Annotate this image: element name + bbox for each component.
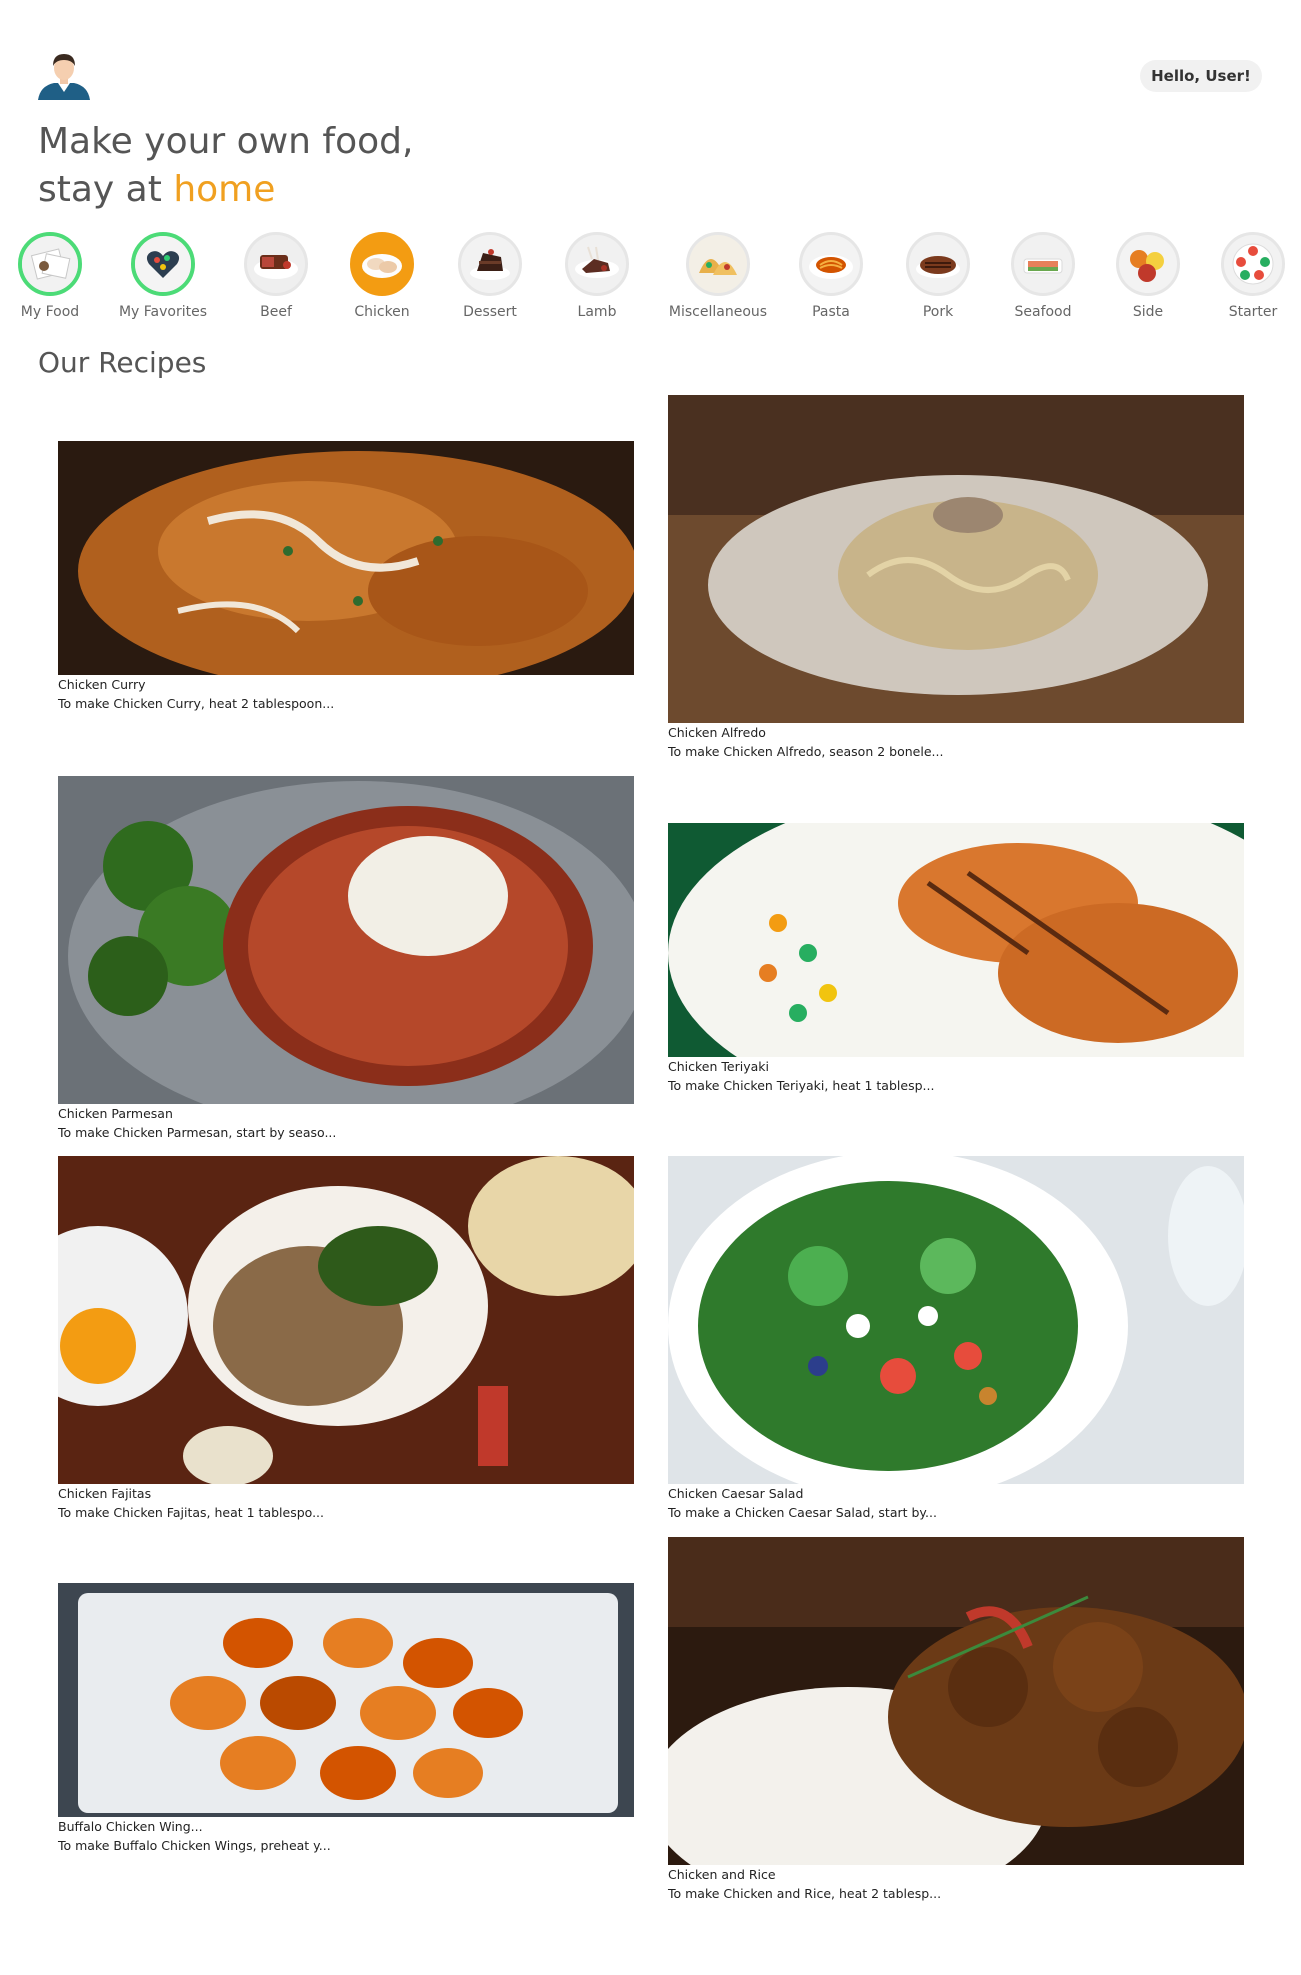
- category-label: Pasta: [812, 304, 850, 320]
- recipe-photo: [668, 1537, 1244, 1865]
- category-pork[interactable]: Pork: [883, 230, 993, 320]
- headline-line-2-prefix: stay at: [38, 169, 174, 210]
- lamb-icon: [565, 232, 629, 296]
- recipe-photo: [668, 1156, 1244, 1484]
- headline-line-1: Make your own food,: [38, 121, 414, 162]
- chicken-icon: [350, 232, 414, 296]
- category-label: Starter: [1228, 304, 1278, 320]
- category-dessert[interactable]: Dessert: [435, 230, 545, 320]
- category-label: Chicken: [354, 304, 410, 320]
- category-side[interactable]: Side: [1093, 230, 1203, 320]
- pork-icon: [906, 232, 970, 296]
- category-my-food[interactable]: My Food: [0, 230, 105, 320]
- category-lamb[interactable]: Lamb: [542, 230, 652, 320]
- category-beef[interactable]: Beef: [221, 230, 331, 320]
- recipe-photo: [58, 776, 634, 1104]
- category-seafood[interactable]: Seafood: [988, 230, 1098, 320]
- tacos-icon: [686, 232, 750, 296]
- category-label: Dessert: [463, 304, 517, 320]
- recipe-card[interactable]: Chicken Caesar Salad To make a Chicken C…: [668, 1156, 1244, 1522]
- category-miscellaneous[interactable]: Miscellaneous: [663, 230, 773, 320]
- recipe-title: Chicken and Rice: [668, 1867, 776, 1882]
- dessert-icon: [458, 232, 522, 296]
- greeting-button[interactable]: Hello, User!: [1140, 60, 1262, 92]
- category-label: Lamb: [577, 304, 617, 320]
- recipe-card[interactable]: Chicken Parmesan To make Chicken Parmesa…: [58, 776, 634, 1142]
- category-label: My Favorites: [118, 304, 208, 320]
- category-my-favorites[interactable]: My Favorites: [108, 230, 218, 320]
- beef-icon: [244, 232, 308, 296]
- category-chicken[interactable]: Chicken: [327, 230, 437, 320]
- recipe-card[interactable]: Chicken and Rice To make Chicken and Ric…: [668, 1537, 1244, 1903]
- category-label: Seafood: [1014, 304, 1072, 320]
- category-starter[interactable]: Starter: [1198, 230, 1301, 320]
- recipe-title: Chicken Fajitas: [58, 1486, 152, 1501]
- recipe-title: Chicken Teriyaki: [668, 1059, 769, 1074]
- category-pasta[interactable]: Pasta: [776, 230, 886, 320]
- recipe-photo: [668, 823, 1244, 1057]
- recipe-photo: [58, 1583, 634, 1817]
- recipe-description: To make Chicken and Rice, heat 2 tablesp…: [668, 1886, 942, 1901]
- recipe-description: To make Chicken Parmesan, start by seaso…: [58, 1125, 337, 1140]
- recipe-title: Chicken Caesar Salad: [668, 1486, 804, 1501]
- recipe-card[interactable]: Buffalo Chicken Wing... To make Buffalo …: [58, 1583, 634, 1855]
- seafood-icon: [1011, 232, 1075, 296]
- recipe-description: To make Buffalo Chicken Wings, preheat y…: [58, 1838, 331, 1853]
- category-label: My Food: [20, 304, 80, 320]
- recipe-card[interactable]: Chicken Fajitas To make Chicken Fajitas,…: [58, 1156, 634, 1522]
- category-label: Beef: [260, 304, 292, 320]
- recipe-description: To make Chicken Curry, heat 2 tablespoon…: [58, 696, 335, 711]
- user-avatar-icon[interactable]: [36, 50, 92, 100]
- pasta-icon: [799, 232, 863, 296]
- recipe-description: To make Chicken Alfredo, season 2 bonele…: [668, 744, 944, 759]
- recipe-photo: [58, 441, 634, 675]
- recipe-description: To make Chicken Fajitas, heat 1 tablespo…: [58, 1505, 324, 1520]
- recipe-title: Chicken Curry: [58, 677, 146, 692]
- recipe-card[interactable]: Chicken Teriyaki To make Chicken Teriyak…: [668, 823, 1244, 1095]
- starter-icon: [1221, 232, 1285, 296]
- category-label: Side: [1132, 304, 1164, 320]
- my-food-icon: [18, 232, 82, 296]
- recipe-title: Chicken Parmesan: [58, 1106, 173, 1121]
- category-label: Miscellaneous: [668, 304, 768, 320]
- side-icon: [1116, 232, 1180, 296]
- headline-accent-word: home: [173, 169, 276, 210]
- heart-icon: [131, 232, 195, 296]
- recipe-card[interactable]: Chicken Alfredo To make Chicken Alfredo,…: [668, 395, 1244, 761]
- category-label: Pork: [922, 304, 954, 320]
- page-headline: Make your own food, stay at home: [38, 118, 413, 214]
- recipe-photo: [668, 395, 1244, 723]
- category-bar: My Food My Favorites Beef Chicken Desser…: [0, 230, 1301, 330]
- recipe-photo: [58, 1156, 634, 1484]
- recipe-title: Chicken Alfredo: [668, 725, 766, 740]
- recipe-description: To make a Chicken Caesar Salad, start by…: [668, 1505, 937, 1520]
- recipe-description: To make Chicken Teriyaki, heat 1 tablesp…: [668, 1078, 935, 1093]
- recipe-card[interactable]: Chicken Curry To make Chicken Curry, hea…: [58, 441, 634, 713]
- section-title: Our Recipes: [38, 346, 207, 379]
- recipe-title: Buffalo Chicken Wing...: [58, 1819, 203, 1834]
